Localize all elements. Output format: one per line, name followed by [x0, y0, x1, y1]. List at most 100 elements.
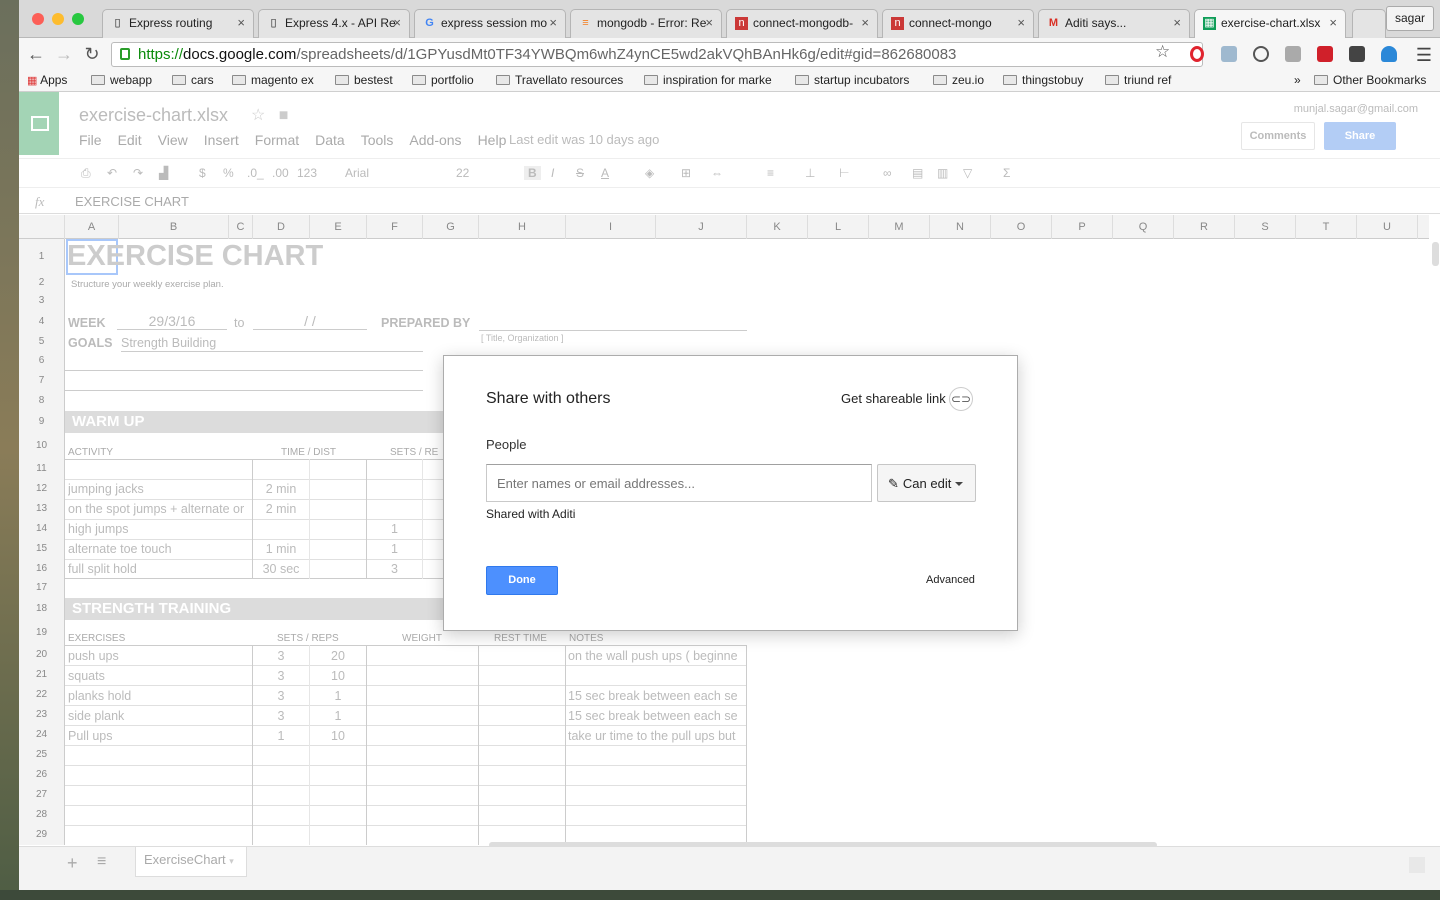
bold-button[interactable]: B: [524, 166, 541, 180]
reps-cell[interactable]: 20: [310, 649, 366, 663]
activity-cell[interactable]: alternate toe touch: [68, 542, 250, 556]
move-folder-icon[interactable]: ■: [279, 107, 289, 124]
row-header[interactable]: 23: [19, 705, 65, 725]
shared-with-text[interactable]: Shared with Aditi: [486, 507, 575, 521]
browser-tab[interactable]: M Aditi says... ×: [1038, 9, 1190, 38]
insert-comment-icon[interactable]: ▤: [912, 166, 923, 180]
currency-button[interactable]: $: [199, 166, 206, 180]
column-header[interactable]: I: [566, 215, 656, 239]
vertical-align-icon[interactable]: ⊥: [805, 166, 815, 180]
puzzle-extension-icon[interactable]: [1285, 46, 1301, 62]
paint-format-icon[interactable]: ▟: [159, 166, 168, 180]
menu-edit[interactable]: Edit: [118, 132, 142, 148]
percent-button[interactable]: %: [223, 166, 234, 180]
cloud-extension-icon[interactable]: [1381, 46, 1397, 62]
filter-icon[interactable]: ▽: [963, 166, 972, 180]
font-select[interactable]: Arial: [345, 166, 369, 180]
row-header[interactable]: 22: [19, 685, 65, 705]
text-wrap-icon[interactable]: ⊢: [839, 166, 849, 180]
close-tab-icon[interactable]: ×: [1017, 15, 1025, 30]
column-header[interactable]: C: [229, 215, 253, 239]
browser-tab[interactable]: ▯ Express routing ×: [102, 9, 254, 38]
time-cell[interactable]: 1 min: [253, 542, 309, 556]
star-icon[interactable]: ☆: [251, 107, 265, 124]
column-header[interactable]: G: [423, 215, 479, 239]
browser-tab[interactable]: n connect-mongo ×: [882, 9, 1034, 38]
sets-cell[interactable]: 3: [253, 649, 309, 663]
bookmark-other[interactable]: Other Bookmarks: [1314, 73, 1426, 87]
close-tab-icon[interactable]: ×: [237, 15, 245, 30]
bookmark-folder[interactable]: magento ex: [232, 73, 314, 87]
column-header[interactable]: U: [1357, 215, 1418, 239]
row-header[interactable]: 2: [19, 275, 65, 291]
text-color-button[interactable]: A: [601, 166, 609, 180]
column-header[interactable]: L: [808, 215, 869, 239]
row-header[interactable]: 11: [19, 459, 65, 479]
row-header[interactable]: 26: [19, 765, 65, 785]
bookmark-folder[interactable]: inspiration for marke: [644, 73, 784, 87]
vertical-scrollbar[interactable]: [1432, 242, 1439, 266]
row-header[interactable]: 9: [19, 411, 65, 433]
exercise-cell[interactable]: Pull ups: [68, 729, 250, 743]
document-title[interactable]: exercise-chart.xlsx: [79, 105, 228, 126]
bookmark-folder[interactable]: thingstobuy: [1003, 73, 1083, 87]
permission-dropdown[interactable]: ✎ Can edit: [877, 464, 976, 502]
activity-cell[interactable]: high jumps: [68, 522, 250, 536]
red-extension-icon[interactable]: [1317, 46, 1333, 62]
row-header[interactable]: 27: [19, 785, 65, 805]
formula-input[interactable]: EXERCISE CHART: [75, 194, 189, 209]
bookmark-apps[interactable]: ▦ Apps: [27, 73, 67, 87]
last-edit-link[interactable]: Last edit was 10 days ago: [509, 132, 659, 147]
forward-arrow-icon[interactable]: →: [53, 44, 75, 65]
week-start-cell[interactable]: 29/3/16: [117, 313, 227, 330]
activity-cell[interactable]: on the spot jumps + alternate or: [68, 502, 250, 516]
menu-addons[interactable]: Add-ons: [409, 132, 461, 148]
fill-color-icon[interactable]: ◈: [645, 166, 654, 180]
row-header[interactable]: 15: [19, 539, 65, 559]
dark-extension-icon[interactable]: [1349, 46, 1365, 62]
row-header[interactable]: 4: [19, 311, 65, 333]
sheet-title[interactable]: EXERCISE CHART: [67, 240, 323, 273]
bookmark-folder[interactable]: zeu.io: [933, 73, 984, 87]
time-cell[interactable]: 2 min: [253, 482, 309, 496]
row-header[interactable]: 8: [19, 391, 65, 411]
column-header[interactable]: E: [310, 215, 367, 239]
insert-link-icon[interactable]: ∞: [883, 166, 892, 180]
time-cell[interactable]: 2 min: [253, 502, 309, 516]
notes-cell[interactable]: take ur time to the pull ups but: [568, 729, 746, 743]
close-tab-icon[interactable]: ×: [393, 15, 401, 30]
browser-tab[interactable]: n connect-mongodb- ×: [726, 9, 878, 38]
column-header[interactable]: K: [747, 215, 808, 239]
column-header[interactable]: S: [1235, 215, 1296, 239]
explore-icon[interactable]: [1409, 857, 1425, 873]
reload-icon[interactable]: ↻: [81, 44, 103, 65]
column-header[interactable]: J: [656, 215, 747, 239]
people-input[interactable]: [486, 464, 872, 502]
link-icon[interactable]: ⊂⊃: [949, 387, 973, 411]
bookmark-folder[interactable]: Travellato resources: [496, 73, 623, 87]
bookmark-folder[interactable]: webapp: [91, 73, 152, 87]
notes-cell[interactable]: 15 sec break between each se: [568, 709, 746, 723]
reps-cell[interactable]: 1: [310, 709, 366, 723]
menu-file[interactable]: File: [79, 132, 102, 148]
column-header[interactable]: H: [479, 215, 566, 239]
exercise-cell[interactable]: push ups: [68, 649, 250, 663]
insert-chart-icon[interactable]: ▥: [937, 166, 948, 180]
opera-extension-icon[interactable]: [1190, 46, 1204, 62]
row-header[interactable]: 3: [19, 291, 65, 311]
borders-icon[interactable]: ⊞: [681, 166, 691, 180]
row-header[interactable]: 19: [19, 621, 65, 645]
strength-header[interactable]: STRENGTH TRAINING: [65, 598, 465, 620]
browser-tab[interactable]: Gexpress session mo ×: [414, 9, 566, 38]
column-header[interactable]: O: [991, 215, 1052, 239]
chrome-menu-icon[interactable]: ☰: [1416, 45, 1432, 66]
add-sheet-icon[interactable]: +: [67, 853, 78, 874]
menu-help[interactable]: Help: [478, 132, 507, 148]
sheets-logo[interactable]: [19, 92, 59, 155]
sets-cell[interactable]: 3: [367, 562, 422, 576]
notes-cell[interactable]: on the wall push ups ( beginne: [568, 649, 746, 663]
row-header[interactable]: 14: [19, 519, 65, 539]
sets-cell[interactable]: 3: [253, 669, 309, 683]
goals-cell[interactable]: Strength Building: [121, 336, 423, 352]
exercise-cell[interactable]: planks hold: [68, 689, 250, 703]
